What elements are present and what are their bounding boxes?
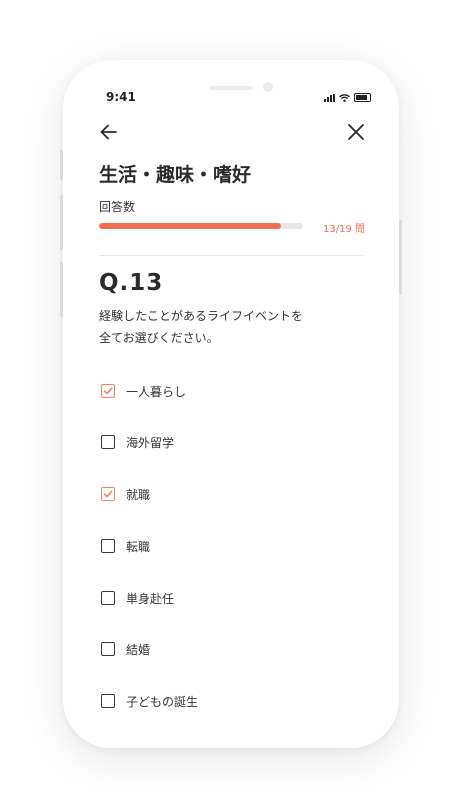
close-icon[interactable] <box>347 123 365 141</box>
option-row[interactable]: 結婚 <box>101 639 150 659</box>
option-row[interactable]: 一人暮らし <box>101 381 186 401</box>
checkbox[interactable] <box>101 384 115 398</box>
question-text-line: 全てお選びください。 <box>99 331 219 345</box>
progress-fill <box>99 223 281 229</box>
option-label: 一人暮らし <box>126 384 187 399</box>
phone-camera <box>263 82 273 92</box>
answer-count-label: 回答数 <box>99 200 136 214</box>
option-row[interactable]: 単身赴任 <box>101 588 174 608</box>
signal-icon <box>324 93 335 102</box>
phone-speaker <box>210 86 252 90</box>
wifi-icon <box>339 93 350 102</box>
option-row[interactable]: 海外留学 <box>101 432 174 452</box>
option-label: 単身赴任 <box>126 591 175 606</box>
question-text-line: 経験したことがあるライフイベントを <box>99 309 304 323</box>
checkbox[interactable] <box>101 435 115 449</box>
divider <box>99 255 363 256</box>
checkbox[interactable] <box>101 642 115 656</box>
checkbox[interactable] <box>101 694 115 708</box>
checkbox[interactable] <box>101 487 115 501</box>
check-icon <box>103 387 113 395</box>
phone-frame: 9:41 生活・趣味・嗜好 回答数 13/19 問 Q.13 経験したことがある… <box>63 60 399 748</box>
progress-bar <box>99 223 303 229</box>
progress-count: 13/19 問 <box>323 224 365 235</box>
option-row[interactable]: 就職 <box>101 484 150 504</box>
status-icons <box>324 93 371 102</box>
option-row[interactable]: 子どもの誕生 <box>101 691 198 711</box>
question-text: 経験したことがあるライフイベントを 全てお選びください。 <box>99 305 339 349</box>
checkbox[interactable] <box>101 539 115 553</box>
phone-side-button <box>399 220 402 295</box>
page-title: 生活・趣味・嗜好 <box>99 164 252 186</box>
check-icon <box>103 490 113 498</box>
option-label: 海外留学 <box>126 435 175 450</box>
option-label: 就職 <box>126 487 151 502</box>
option-row[interactable]: 転職 <box>101 536 150 556</box>
option-label: 転職 <box>126 539 151 554</box>
option-label: 結婚 <box>126 642 151 657</box>
question-number: Q.13 <box>99 270 164 296</box>
status-time: 9:41 <box>106 90 136 104</box>
checkbox[interactable] <box>101 591 115 605</box>
battery-icon <box>354 93 371 102</box>
option-label: 子どもの誕生 <box>126 694 199 709</box>
arrow-left-icon[interactable] <box>99 122 119 142</box>
